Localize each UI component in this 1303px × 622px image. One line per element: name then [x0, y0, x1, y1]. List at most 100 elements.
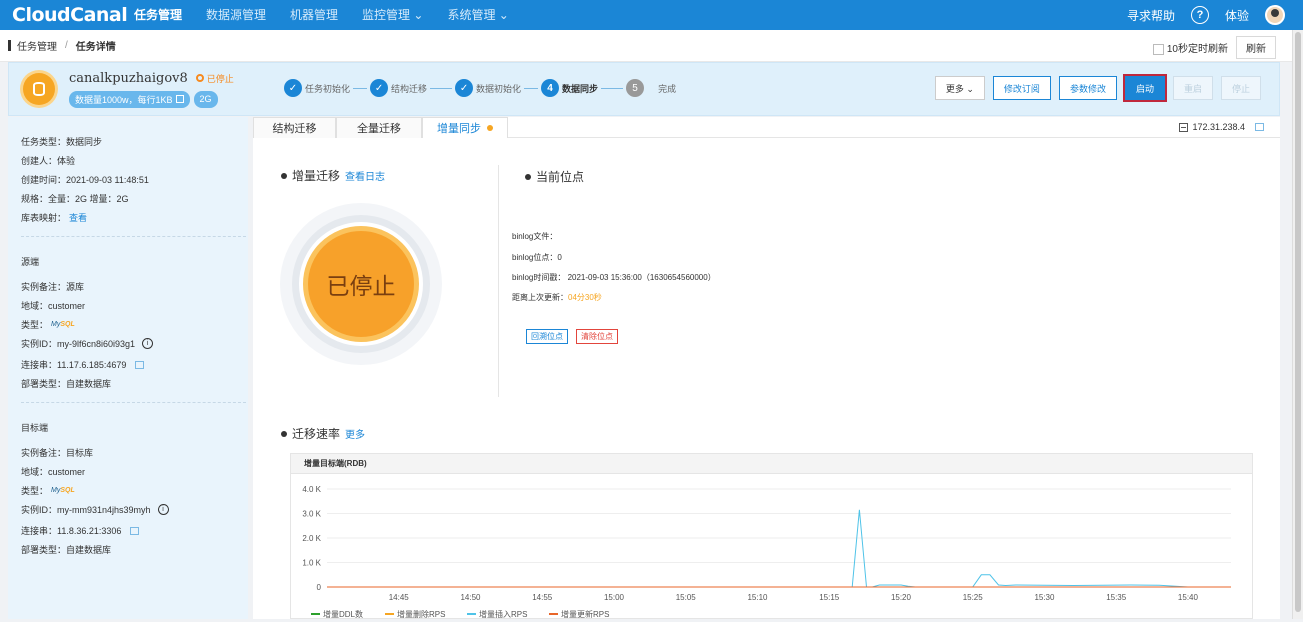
- clear-position-button[interactable]: 清除位点: [576, 329, 618, 344]
- x-tick-label: 14:45: [389, 593, 410, 602]
- legend-label: 增量插入RPS: [479, 609, 527, 619]
- status-gauge: 已停止: [280, 203, 442, 365]
- tab-structure-migration[interactable]: 结构迁移: [253, 117, 336, 138]
- x-tick-label: 15:15: [819, 593, 840, 602]
- x-tick-label: 15:30: [1034, 593, 1055, 602]
- mysql-icon-text: My: [51, 321, 61, 328]
- data-volume-tag[interactable]: 数据量1000w，每行1KB: [69, 90, 190, 108]
- step-complete: 5 完成: [626, 79, 676, 97]
- source-type-label: 类型：: [21, 320, 49, 330]
- check-icon: ✓: [370, 79, 389, 97]
- tab-incremental-sync[interactable]: 增量同步: [422, 117, 508, 138]
- created-time: 创建时间：2021-09-03 11:48:51: [21, 175, 149, 185]
- nav-machine-management[interactable]: 机器管理: [278, 0, 350, 30]
- task-header: canalkpuzhaigov8 已停止 数据量1000w，每行1KB 2G ✓…: [8, 62, 1280, 116]
- help-link[interactable]: 寻求帮助: [1127, 7, 1175, 24]
- target-id-text: 实例ID：my-mm931n4jhs39myh: [21, 505, 151, 515]
- rewind-position-button[interactable]: 回溯位点: [526, 329, 568, 344]
- step-structure-migration: ✓ 结构迁移: [370, 79, 427, 97]
- source-note: 实例备注：源库: [21, 282, 85, 292]
- target-type: 类型： MySQL: [21, 484, 75, 497]
- table-mapping: 库表映射： 查看: [21, 211, 87, 224]
- edit-icon[interactable]: [175, 95, 184, 103]
- more-dropdown[interactable]: 更多 ⌄: [934, 76, 985, 100]
- refresh-button[interactable]: 刷新: [1236, 36, 1276, 59]
- stopped-status-icon: [195, 74, 204, 82]
- table-mapping-label: 库表映射：: [21, 213, 67, 223]
- page-scrollbar[interactable]: [1292, 30, 1303, 619]
- source-instance-id: 实例ID：my-9lf6cn8i60i93g1 i: [21, 337, 154, 350]
- nav-system-management[interactable]: 系统管理 ⌄: [435, 0, 520, 30]
- table-mapping-link[interactable]: 查看: [69, 211, 87, 224]
- nav-task-management[interactable]: 任务管理: [122, 0, 194, 30]
- check-icon: ✓: [455, 79, 474, 97]
- stop-button[interactable]: 停止: [1220, 76, 1261, 100]
- worker-ip: 172.31.238.4: [1179, 122, 1264, 132]
- copy-icon[interactable]: [135, 360, 145, 369]
- divider: [21, 236, 246, 237]
- cloudcanal-logo[interactable]: CloudCanal: [12, 4, 128, 26]
- binlog-timestamp: binlog时间戳： 2021-09-03 15:36:00（163065456…: [512, 273, 716, 282]
- breadcrumb-parent[interactable]: 任务管理: [17, 38, 57, 53]
- last-update: 距离上次更新：04分30秒: [512, 292, 602, 303]
- step-data-init: ✓ 数据初始化: [455, 79, 521, 97]
- data-volume-text: 数据量1000w，每行1KB: [75, 94, 173, 105]
- section-divider: [498, 165, 499, 397]
- info-icon[interactable]: i: [142, 338, 154, 349]
- last-update-label: 距离上次更新：: [512, 293, 568, 302]
- rate-more-link[interactable]: 更多: [345, 426, 365, 441]
- bullet-icon: [525, 173, 531, 180]
- breadcrumb-separator: /: [65, 40, 68, 51]
- rate-title-text: 迁移速率: [292, 427, 341, 441]
- y-tick-label: 0: [317, 583, 322, 592]
- edit-subscription-button[interactable]: 修改订阅: [992, 76, 1051, 100]
- incremental-title: 增量迁移 查看日志: [281, 167, 385, 184]
- step-label: 结构迁移: [391, 83, 428, 94]
- question-icon[interactable]: ?: [1190, 6, 1209, 24]
- avatar[interactable]: [1265, 5, 1285, 25]
- edit-params-button[interactable]: 参数修改: [1058, 76, 1117, 100]
- auto-refresh-toggle[interactable]: 10秒定时刷新: [1152, 40, 1228, 55]
- user-name[interactable]: 体验: [1225, 7, 1249, 24]
- info-icon[interactable]: i: [157, 504, 169, 515]
- task-actions: 更多 ⌄ 修改订阅 参数修改 启动 重启 停止: [934, 76, 1261, 100]
- breadcrumb-marker: [8, 40, 11, 51]
- bullet-icon: [281, 430, 287, 437]
- mysql-icon: MySQL: [51, 321, 75, 328]
- nav-monitor-management[interactable]: 监控管理 ⌄: [350, 0, 435, 30]
- binlog-position: binlog位点：0: [512, 253, 562, 262]
- y-tick-label: 1.0 K: [302, 559, 321, 568]
- gauge-core: 已停止: [299, 222, 423, 346]
- refresh-area: 10秒定时刷新 刷新: [1152, 36, 1276, 59]
- rate-title: 迁移速率 更多: [281, 425, 365, 442]
- view-log-link[interactable]: 查看日志: [345, 168, 385, 183]
- scrollbar-thumb[interactable]: [1295, 32, 1301, 612]
- y-tick-label: 2.0 K: [302, 534, 321, 543]
- step-connector: [430, 87, 453, 89]
- restart-button[interactable]: 重启: [1172, 76, 1213, 100]
- main-panel: 结构迁移 全量迁移 增量同步 172.31.238.4 增量迁移 查看日志 已停止…: [253, 117, 1280, 619]
- step-number: 5: [626, 79, 645, 97]
- tab-full-migration[interactable]: 全量迁移: [336, 117, 422, 138]
- nav-datasource-management[interactable]: 数据源管理: [194, 0, 278, 30]
- legend-label: 增量更新RPS: [561, 609, 609, 619]
- status-dot-icon: [487, 125, 493, 131]
- tab-incremental-label: 增量同步: [437, 123, 481, 135]
- target-instance-id: 实例ID：my-mm931n4jhs39myh i: [21, 503, 169, 516]
- start-button[interactable]: 启动: [1124, 76, 1165, 100]
- target-conn-text: 连接串：11.8.36.21:3306: [21, 526, 122, 536]
- main-nav: 任务管理 数据源管理 机器管理 监控管理 ⌄ 系统管理 ⌄: [122, 0, 521, 30]
- x-tick-label: 15:40: [1178, 593, 1199, 602]
- gauge-ring: 已停止: [292, 215, 430, 353]
- auto-refresh-checkbox[interactable]: [1152, 43, 1164, 55]
- last-update-value: 04分30秒: [568, 293, 602, 302]
- database-icon: [23, 73, 55, 105]
- copy-icon[interactable]: [1255, 123, 1264, 131]
- task-info-panel: 任务类型：数据同步 创建人：体验 创建时间：2021-09-03 11:48:5…: [8, 117, 248, 619]
- copy-icon[interactable]: [130, 526, 140, 535]
- check-icon: ✓: [284, 79, 302, 97]
- status-badge: 已停止: [195, 72, 234, 85]
- chart-title: 增量目标端(RDB): [291, 454, 1252, 474]
- mysql-icon-text: My: [51, 487, 61, 494]
- task-type: 任务类型：数据同步: [21, 137, 103, 147]
